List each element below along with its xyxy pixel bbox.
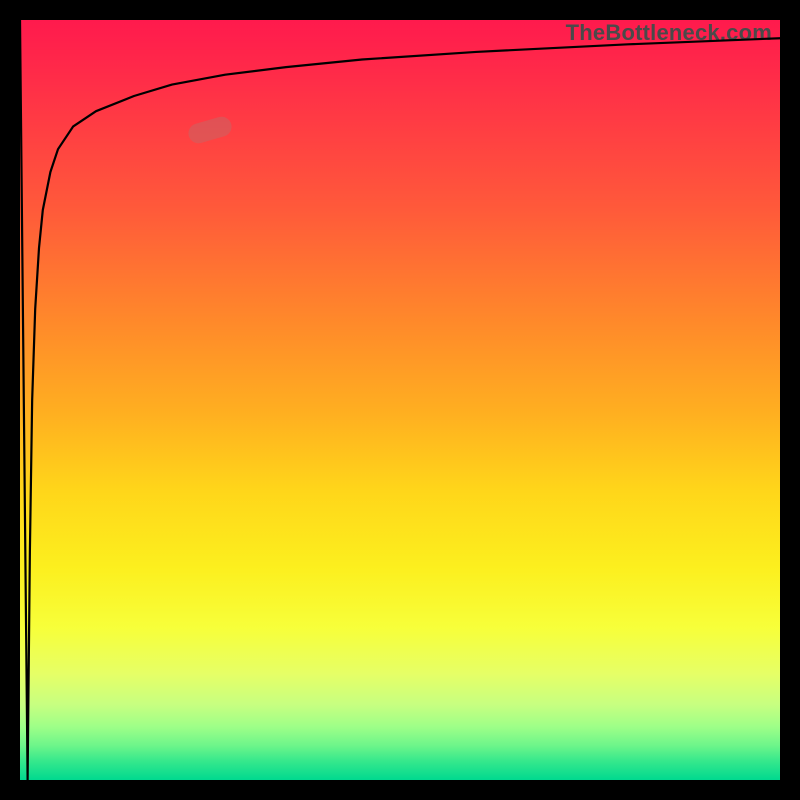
plot-area: TheBottleneck.com [20, 20, 780, 780]
chart-frame: TheBottleneck.com [0, 0, 800, 800]
bottleneck-curve [20, 20, 780, 780]
